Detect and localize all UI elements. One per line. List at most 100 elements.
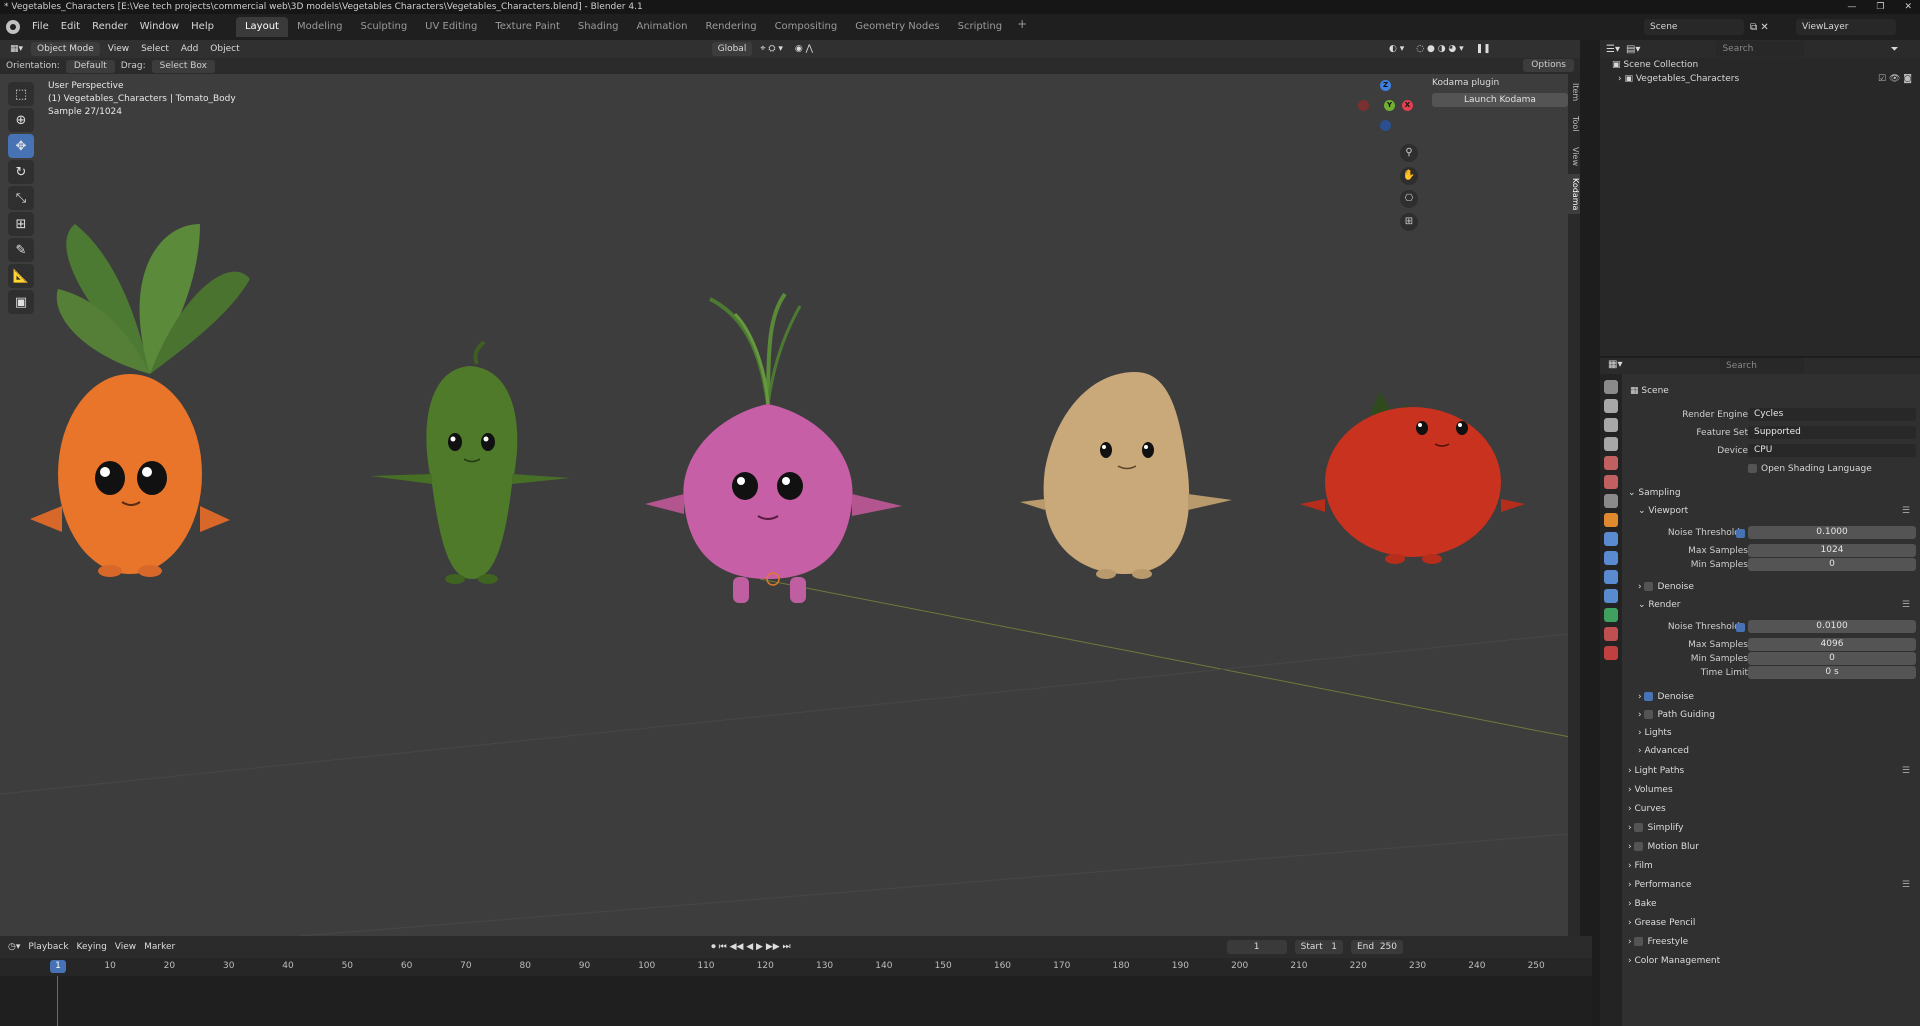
r-denoise-row[interactable]: › Denoise (1622, 690, 1920, 704)
texture-tab-icon[interactable] (1604, 646, 1618, 660)
kodama-panel-header[interactable]: Kodama plugin (1432, 76, 1568, 90)
particles-tab-icon[interactable] (1604, 551, 1618, 565)
transform-orientation-dropdown[interactable]: Global (711, 42, 753, 56)
vp-denoise-row[interactable]: › Denoise (1622, 580, 1920, 594)
render-tab-icon[interactable] (1604, 399, 1618, 413)
start-frame-field[interactable]: Start 1 (1294, 940, 1343, 954)
panel-freestyle[interactable]: › Freestyle (1622, 935, 1920, 949)
gizmo-neg-z[interactable] (1380, 120, 1391, 131)
gizmo-z-axis[interactable]: Z (1380, 80, 1391, 91)
feature-set-dropdown[interactable]: Supported (1748, 426, 1916, 439)
r-min-samples-field[interactable]: 0 (1748, 652, 1916, 665)
tab-shading[interactable]: Shading (569, 17, 628, 37)
display-mode-icon[interactable]: ▤▾ (1626, 44, 1640, 55)
playhead[interactable]: 1 (50, 960, 66, 973)
navigation-gizmo[interactable]: Z X Y (1354, 80, 1414, 140)
gizmo-y-axis[interactable]: Y (1384, 100, 1395, 111)
osl-checkbox[interactable] (1748, 464, 1757, 473)
viewport-menu-select[interactable]: Select (137, 44, 173, 54)
world-tab-icon[interactable] (1604, 475, 1618, 489)
vp-noise-field[interactable]: 0.1000 (1748, 526, 1916, 539)
current-frame-field[interactable]: 1 (1226, 940, 1287, 954)
panel-light-paths[interactable]: › Light Paths ☰ (1622, 764, 1920, 778)
sampling-panel-header[interactable]: ⌄ Sampling (1622, 486, 1920, 500)
blender-logo-icon[interactable] (6, 20, 20, 34)
physics-tab-icon[interactable] (1604, 570, 1618, 584)
properties-editor-icon[interactable]: ▦▾ (1608, 359, 1622, 370)
timeline-track[interactable] (0, 976, 1592, 1026)
visibility-icon[interactable]: ☑ 👁 ◙ (1878, 72, 1912, 86)
tool-tab-icon[interactable] (1604, 380, 1618, 394)
annotate-icon[interactable]: ✎ (8, 238, 34, 262)
lights-row[interactable]: › Lights (1622, 726, 1920, 740)
tab-view[interactable]: View (1568, 142, 1580, 170)
scene-buttons-icon[interactable]: ⧉ ✕ (1750, 22, 1790, 33)
panel-motion-blur[interactable]: › Motion Blur (1622, 840, 1920, 854)
scene-collection-row[interactable]: ▣ Scene Collection (1600, 58, 1920, 72)
outliner-search-input[interactable]: Search (1716, 41, 1805, 57)
tab-rendering[interactable]: Rendering (696, 17, 765, 37)
timeline-editor-icon[interactable]: ◷▾ (8, 942, 20, 952)
panel-curves[interactable]: › Curves (1622, 802, 1920, 816)
tab-layout[interactable]: Layout (235, 17, 288, 37)
viewport-menu-view[interactable]: View (104, 44, 133, 54)
playback-controls-icon[interactable]: ⏺ ⏮ ◀◀ ◀ ▶ ▶▶ ⏭ (711, 942, 790, 952)
r-max-samples-field[interactable]: 4096 (1748, 638, 1916, 651)
tab-animation[interactable]: Animation (628, 17, 697, 37)
menu-file[interactable]: File (26, 14, 55, 40)
path-guiding-row[interactable]: › Path Guiding (1622, 708, 1920, 722)
device-dropdown[interactable]: CPU (1748, 444, 1916, 457)
panel-volumes[interactable]: › Volumes (1622, 783, 1920, 797)
modifier-tab-icon[interactable] (1604, 532, 1618, 546)
snapping-icon[interactable]: ⌖ ⛭ ▾ (756, 44, 787, 54)
tab-geometry-nodes[interactable]: Geometry Nodes (846, 17, 948, 37)
render-subpanel-header[interactable]: ⌄ Render ☰ (1622, 598, 1920, 612)
properties-search-input[interactable]: Search (1720, 358, 1804, 374)
overlays-icon[interactable]: ◐ ▾ (1385, 44, 1408, 54)
vp-min-samples-field[interactable]: 0 (1748, 558, 1916, 571)
move-icon[interactable]: ✥ (8, 134, 34, 158)
collection-tab-icon[interactable] (1604, 494, 1618, 508)
add-workspace-icon[interactable]: + (1011, 17, 1033, 37)
zoom-icon[interactable]: ⚲ (1400, 144, 1418, 162)
cursor-icon[interactable]: ⊕ (8, 108, 34, 132)
tab-compositing[interactable]: Compositing (766, 17, 847, 37)
timeline-ruler[interactable]: 1 10 20 30 40 50 60 70 80 90 100 110 120 130 140 150 16… (0, 958, 1592, 976)
close-icon[interactable]: ✕ (1904, 0, 1912, 14)
viewport-subpanel-header[interactable]: ⌄ Viewport ☰ (1622, 504, 1920, 518)
panel-grease-pencil[interactable]: › Grease Pencil (1622, 916, 1920, 930)
tab-kodama[interactable]: Kodama (1568, 174, 1580, 214)
panel-simplify[interactable]: › Simplify (1622, 821, 1920, 835)
marker-menu[interactable]: Marker (144, 942, 175, 952)
maximize-icon[interactable]: ❐ (1876, 0, 1884, 14)
tab-sculpting[interactable]: Sculpting (351, 17, 416, 37)
shading-modes-icon[interactable]: ◌ ● ◑ ◕ ▾ (1412, 44, 1467, 54)
filter-icon[interactable]: ⏷ (1890, 44, 1898, 55)
collection-row[interactable]: › ▣ Vegetables_Characters ☑ 👁 ◙ (1600, 72, 1920, 86)
options-button[interactable]: Options (1523, 59, 1574, 72)
camera-icon[interactable]: ⎔ (1400, 190, 1418, 208)
tab-item[interactable]: Item (1568, 78, 1580, 106)
r-noise-checkbox[interactable] (1736, 623, 1745, 632)
render-engine-dropdown[interactable]: Cycles (1748, 408, 1916, 421)
vp-max-samples-field[interactable]: 1024 (1748, 544, 1916, 557)
output-tab-icon[interactable] (1604, 418, 1618, 432)
constraints-tab-icon[interactable] (1604, 589, 1618, 603)
launch-kodama-button[interactable]: Launch Kodama (1432, 93, 1568, 107)
editor-type-icon[interactable]: ▦▾ (6, 44, 27, 54)
playback-menu[interactable]: Playback (28, 942, 68, 952)
proportional-edit-icon[interactable]: ◉ ⋀ (791, 44, 817, 54)
gizmo-neg-x[interactable] (1358, 100, 1369, 111)
panel-film[interactable]: › Film (1622, 859, 1920, 873)
grid-icon[interactable]: ⊞ (1400, 213, 1418, 231)
panel-bake[interactable]: › Bake (1622, 897, 1920, 911)
rotate-icon[interactable]: ↻ (8, 160, 34, 184)
keying-menu[interactable]: Keying (77, 942, 107, 952)
scene-tab-icon[interactable] (1604, 456, 1618, 470)
view-layer-field[interactable]: ViewLayer (1796, 19, 1896, 35)
tab-uv-editing[interactable]: UV Editing (416, 17, 486, 37)
end-frame-field[interactable]: End 250 (1350, 940, 1404, 954)
vp-noise-checkbox[interactable] (1736, 529, 1745, 538)
transform-icon[interactable]: ⊞ (8, 212, 34, 236)
scale-icon[interactable]: ⤡ (8, 186, 34, 210)
